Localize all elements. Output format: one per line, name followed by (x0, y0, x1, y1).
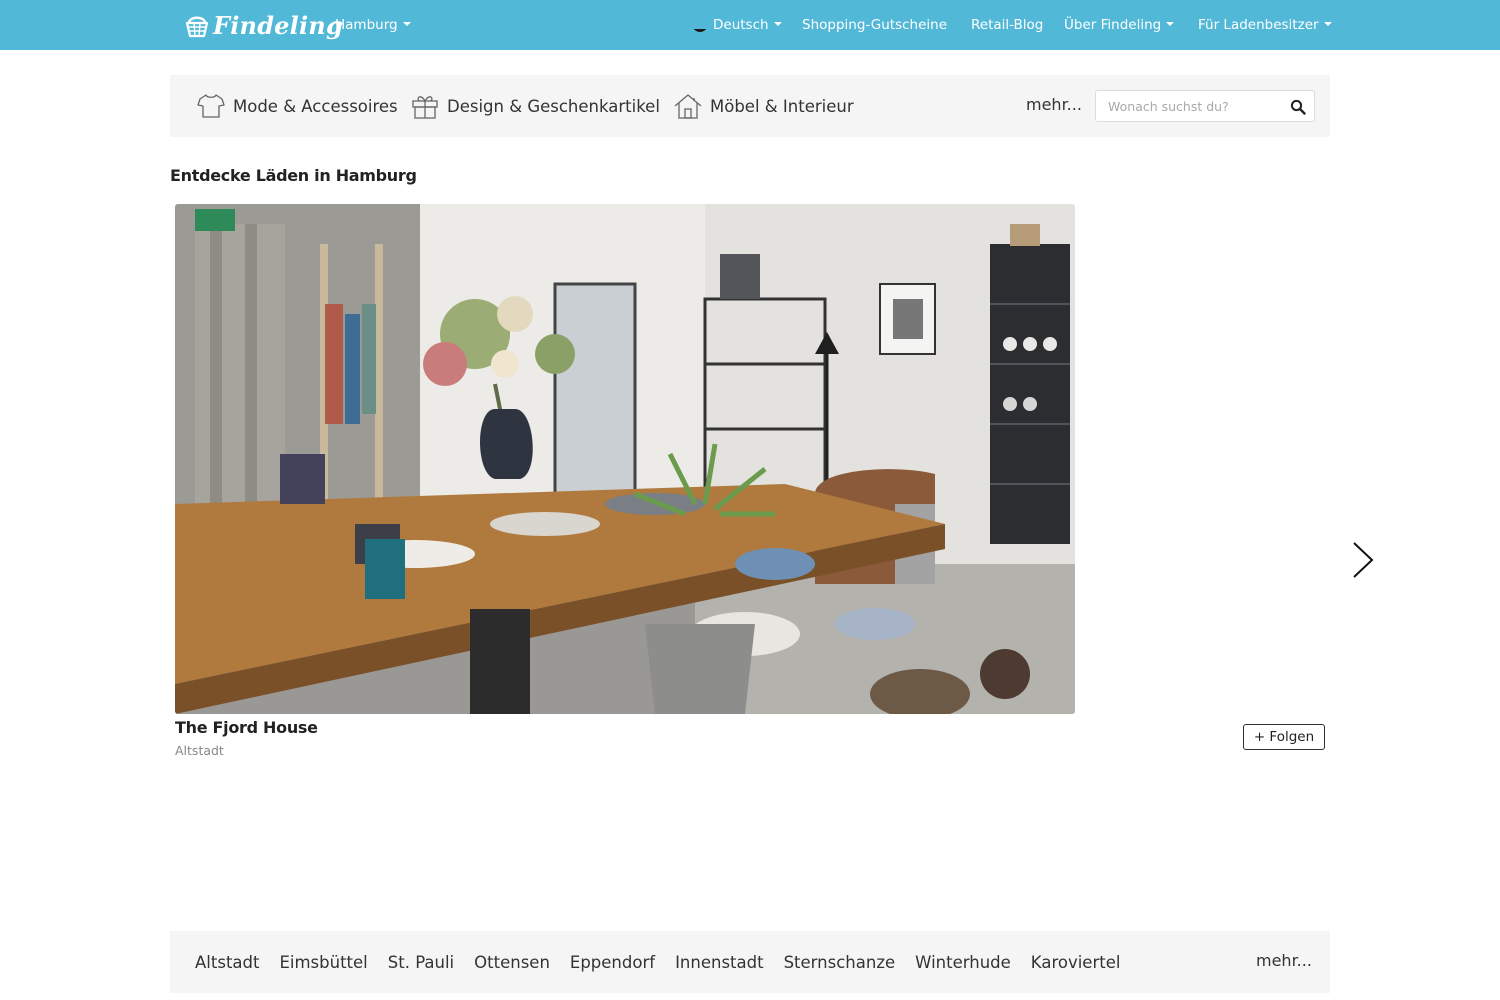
category-label: Design & Geschenkartikel (447, 96, 660, 116)
shop-district: Altstadt (175, 743, 224, 758)
shop-name[interactable]: The Fjord House (175, 718, 318, 737)
districts-bar: Altstadt Eimsbüttel St. Pauli Ottensen E… (170, 931, 1330, 993)
german-flag-icon (692, 16, 708, 32)
nav-link-gutscheine[interactable]: Shopping-Gutscheine (802, 0, 947, 50)
findeling-logo[interactable]: Findeling (185, 8, 343, 42)
carousel-next-icon[interactable] (1349, 540, 1377, 580)
districts-more-link[interactable]: mehr... (1256, 931, 1312, 991)
caret-down-icon (1323, 22, 1332, 26)
nav-ladenbesitzer-label: Für Ladenbesitzer (1198, 17, 1319, 33)
caret-down-icon (773, 22, 782, 26)
top-navbar: Findeling Hamburg Deutsch Shopping-Gutsc… (0, 0, 1500, 50)
nav-link-blog[interactable]: Retail-Blog (971, 0, 1043, 50)
category-design[interactable]: Design & Geschenkartikel (411, 75, 660, 137)
district-link-st-pauli[interactable]: St. Pauli (388, 953, 454, 972)
district-link-karoviertel[interactable]: Karoviertel (1031, 953, 1121, 972)
nav-dropdown-ladenbesitzer[interactable]: Für Ladenbesitzer (1198, 0, 1332, 50)
language-dropdown[interactable]: Deutsch (692, 0, 782, 50)
district-link-eppendorf[interactable]: Eppendorf (570, 953, 655, 972)
caret-down-icon (402, 22, 411, 26)
nav-ueber-label: Über Findeling (1064, 17, 1162, 33)
category-bar: Mode & Accessoires Design & Geschenkarti… (170, 75, 1330, 137)
follow-button[interactable]: + Folgen (1243, 724, 1325, 750)
search-icon[interactable] (1290, 99, 1306, 115)
category-moebel[interactable]: Möbel & Interieur (674, 75, 854, 137)
district-link-ottensen[interactable]: Ottensen (474, 953, 550, 972)
categories-more-link[interactable]: mehr... (1026, 75, 1082, 137)
language-label: Deutsch (713, 17, 769, 33)
district-link-innenstadt[interactable]: Innenstadt (675, 953, 764, 972)
section-title: Entdecke Läden in Hamburg (170, 166, 417, 185)
search-input[interactable] (1096, 91, 1281, 121)
nav-dropdown-ueber[interactable]: Über Findeling (1064, 0, 1175, 50)
district-link-sternschanze[interactable]: Sternschanze (784, 953, 896, 972)
city-label: Hamburg (335, 17, 398, 33)
house-icon (674, 94, 702, 119)
district-link-winterhude[interactable]: Winterhude (915, 953, 1011, 972)
caret-down-icon (1166, 22, 1175, 26)
category-label: Möbel & Interieur (710, 96, 854, 116)
category-mode[interactable]: Mode & Accessoires (197, 75, 398, 137)
gift-icon (412, 96, 438, 119)
district-link-eimsbuettel[interactable]: Eimsbüttel (279, 953, 367, 972)
shop-photo[interactable] (175, 204, 1075, 714)
logo-wordmark: Findeling (213, 10, 343, 40)
category-label: Mode & Accessoires (233, 96, 398, 116)
search-box (1095, 90, 1315, 122)
city-dropdown[interactable]: Hamburg (335, 0, 411, 50)
tshirt-icon (197, 94, 225, 118)
district-link-altstadt[interactable]: Altstadt (195, 953, 259, 972)
basket-icon (185, 16, 209, 38)
store-interior-illustration (175, 204, 1075, 714)
district-list: Altstadt Eimsbüttel St. Pauli Ottensen E… (195, 931, 1120, 993)
